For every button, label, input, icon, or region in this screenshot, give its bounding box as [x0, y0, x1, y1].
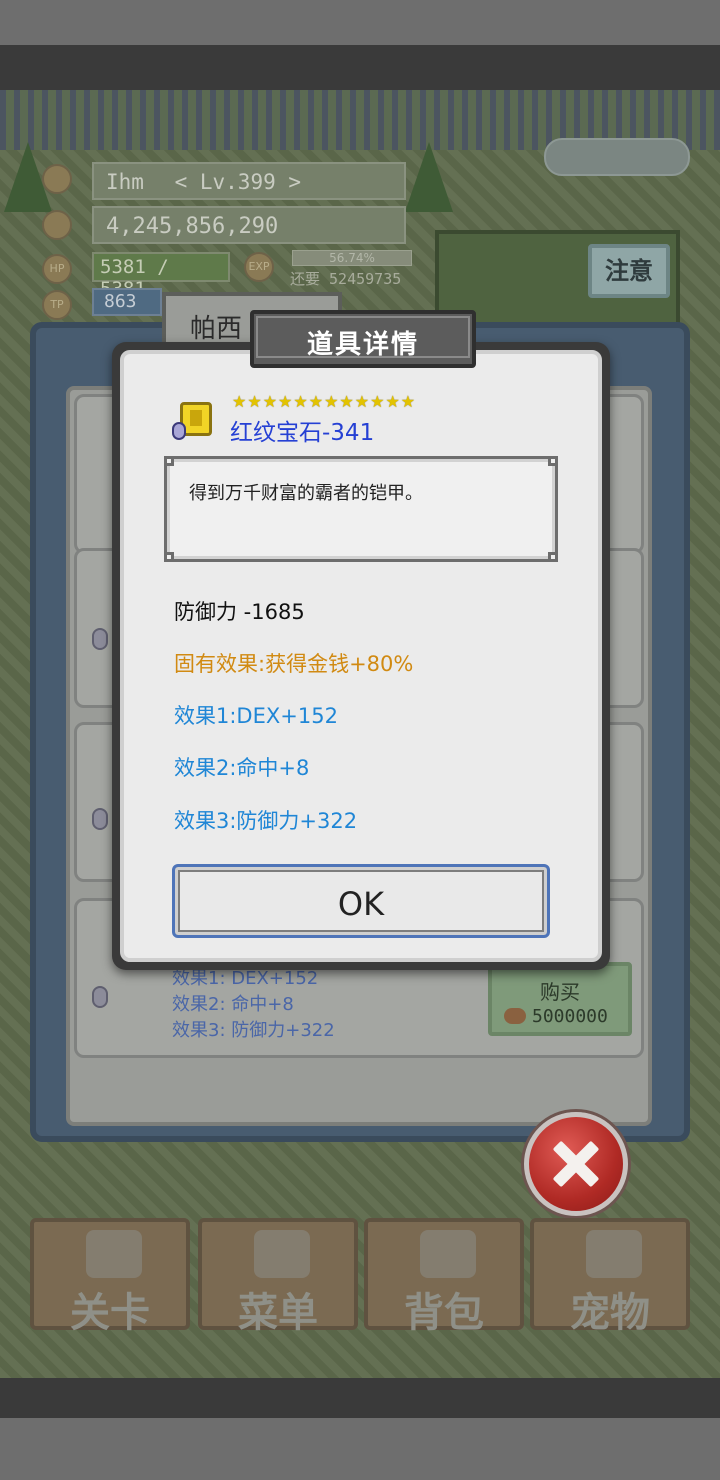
tab-menu[interactable]: 菜单 — [198, 1218, 358, 1336]
exp-remaining: 还要 52459735 — [290, 270, 402, 288]
player-level: < Lv.399 > — [174, 170, 302, 194]
base-stat: 防御力 -1685 — [174, 600, 305, 624]
player-avatar-icon — [42, 164, 72, 194]
tab-label: 宠物 — [570, 1290, 650, 1336]
shop-row-effect: 效果2: 命中+8 — [172, 994, 294, 1015]
menu-icon — [254, 1230, 310, 1278]
item-rarity-stars: ★★★★★★★★★★★★ — [232, 392, 417, 411]
buy-button[interactable]: 购买 5000000 — [488, 962, 632, 1036]
gold-amount: 4,245,856,290 — [92, 206, 406, 244]
exp-icon: EXP — [244, 252, 274, 282]
hp-bar: 5381 / 5381 — [92, 252, 230, 300]
tab-label: 关卡 — [70, 1290, 150, 1336]
tree — [405, 142, 453, 212]
item-description: 得到万千财富的霸者的铠甲。 — [189, 483, 423, 504]
tab-stage[interactable]: 关卡 — [30, 1218, 190, 1336]
effect-2: 效果2:命中+8 — [174, 756, 310, 780]
dialog-title-tab: 道具详情 — [250, 310, 476, 368]
ok-label: OK — [337, 885, 385, 923]
gem-icon — [92, 628, 108, 650]
coin-bag-icon — [504, 1008, 526, 1024]
hp-icon: HP — [42, 254, 72, 284]
gold-coin-icon — [42, 210, 72, 240]
top-right-badge-button[interactable] — [544, 138, 690, 176]
fixed-effect: 固有效果:获得金钱+80% — [174, 652, 414, 676]
effect-3: 效果3:防御力+322 — [174, 809, 358, 833]
status-bar — [0, 0, 720, 45]
tp-icon: TP — [42, 290, 72, 320]
gem-icon — [92, 808, 108, 830]
player-info-box: Ihm < Lv.399 > — [92, 162, 406, 200]
effect-1: 效果1:DEX+152 — [174, 704, 338, 728]
crossed-swords-icon — [86, 1230, 142, 1278]
ok-button[interactable]: OK — [172, 864, 550, 938]
bottom-navigation: 关卡 菜单 背包 宠物 — [30, 1218, 690, 1336]
item-description-box: 得到万千财富的霸者的铠甲。 — [164, 456, 558, 562]
player-name: Ihm — [106, 170, 144, 194]
tab-pet[interactable]: 宠物 — [530, 1218, 690, 1336]
tab-backpack[interactable]: 背包 — [364, 1218, 524, 1336]
buy-price: 5000000 — [532, 1006, 608, 1027]
system-navigation-bar — [0, 1418, 720, 1480]
tab-label: 菜单 — [238, 1290, 318, 1336]
game-top-border — [0, 45, 720, 90]
gem-icon — [92, 986, 108, 1008]
tab-label: 背包 — [404, 1290, 484, 1336]
tp-value: 863 — [92, 288, 162, 316]
exp-percent: 56.74% — [292, 250, 412, 266]
dragon-icon — [586, 1230, 642, 1278]
buy-label: 购买 — [540, 980, 580, 1004]
dialog-title: 道具详情 — [306, 330, 419, 360]
backpack-icon — [420, 1230, 476, 1278]
close-button[interactable] — [524, 1112, 628, 1216]
gem-icon — [172, 422, 186, 440]
shop-row-effect: 效果3: 防御力+322 — [172, 1020, 335, 1041]
notice-button[interactable]: 注意 — [588, 244, 670, 298]
golden-armor-icon — [172, 398, 220, 440]
item-name: 红纹宝石-341 — [230, 420, 375, 446]
